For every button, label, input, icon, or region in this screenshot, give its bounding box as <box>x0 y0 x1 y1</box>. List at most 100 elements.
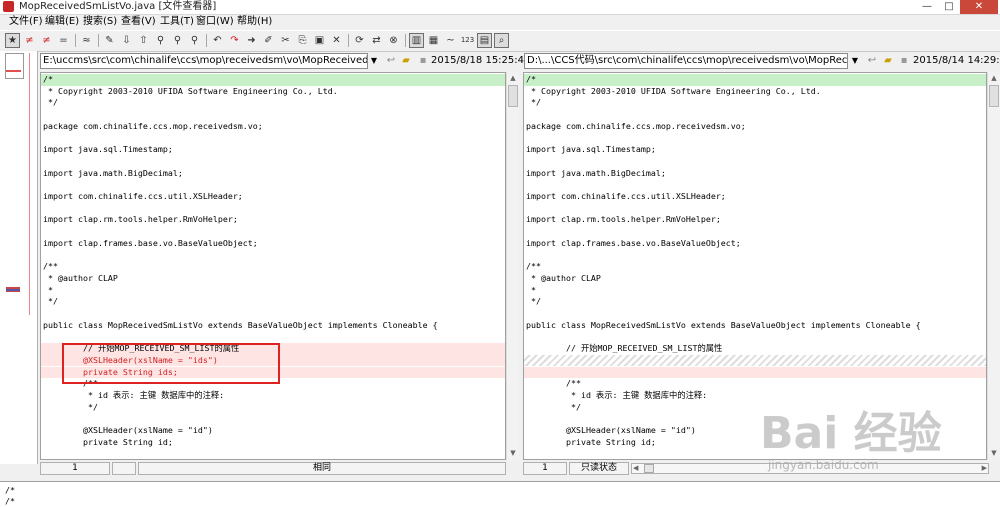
menu-search[interactable]: 搜索(S) <box>83 15 117 29</box>
right-path-field[interactable]: D:\...\CCS代码\src\com\chinalife\ccs\mop\r… <box>524 53 848 69</box>
paste-icon[interactable]: ▣ <box>312 33 327 48</box>
code-line: import com.chinalife.ccs.util.XSLHeader; <box>526 191 726 201</box>
redo-icon[interactable]: ↷ <box>227 33 242 48</box>
left-vertical-scrollbar[interactable]: ▲ ▼ <box>506 72 519 460</box>
minimize-button[interactable]: — <box>916 0 938 14</box>
code-line <box>524 354 986 367</box>
left-code-pane[interactable]: /* * Copyright 2003-2010 UFIDA Software … <box>40 72 506 460</box>
code-line: * <box>526 284 536 295</box>
menu-view[interactable]: 查看(V) <box>121 15 156 29</box>
undo-icon[interactable]: ↶ <box>210 33 225 48</box>
code-line: * id 表示: 主键 数据库中的注释: <box>43 389 225 400</box>
left-path-field[interactable]: E:\uccms\src\com\chinalife\ccs\mop\recei… <box>40 53 368 69</box>
bottom-line-2: /* <box>5 496 15 506</box>
highlight-annotation-box <box>62 343 280 384</box>
code-line: package com.chinalife.ccs.mop.receivedsm… <box>526 120 746 131</box>
right-file-date: 2015/8/14 14:29:57 <box>913 55 1000 66</box>
right-path-dropdown[interactable]: ▼ <box>849 53 861 69</box>
layout-icon[interactable]: ▥ <box>409 33 424 48</box>
approx-icon[interactable]: ≈ <box>79 33 94 48</box>
right-scroll-thumb[interactable] <box>989 85 999 107</box>
right-save-icon[interactable]: ▪ <box>897 54 911 68</box>
right-code-pane[interactable]: /* * Copyright 2003-2010 UFIDA Software … <box>523 72 987 460</box>
code-line: import clap.rm.tools.helper.RmVoHelper; <box>526 214 721 225</box>
equal-icon[interactable]: = <box>56 33 71 48</box>
right-history-icon[interactable]: ↩ <box>865 54 879 68</box>
left-status-message: 相同 <box>138 462 506 475</box>
window-icon[interactable]: ▤ <box>477 33 492 48</box>
left-scroll-up-icon[interactable]: ▲ <box>507 72 519 84</box>
right-status-message: 只读状态 <box>569 462 629 475</box>
binoculars-next-icon[interactable]: ⚲ <box>170 33 185 48</box>
menu-file[interactable]: 文件(F) <box>9 15 43 29</box>
maximize-button[interactable]: □ <box>938 0 960 14</box>
zoom-icon[interactable]: ⌕ <box>494 33 509 48</box>
left-status-gap <box>112 462 136 475</box>
left-scroll-down-icon[interactable]: ▼ <box>507 447 519 459</box>
code-line: import java.sql.Timestamp; <box>526 144 656 155</box>
code-line: /** <box>526 378 581 389</box>
close-button[interactable]: ✕ <box>960 0 998 14</box>
right-open-folder-icon[interactable]: ▰ <box>881 54 895 68</box>
code-line: @XSLHeader(xslName = "id") <box>43 425 213 435</box>
code-line: package com.chinalife.ccs.mop.receivedsm… <box>43 120 263 131</box>
left-path-dropdown[interactable]: ▼ <box>368 53 380 69</box>
columns-icon[interactable]: ▦ <box>426 33 441 48</box>
delete-icon[interactable]: ✕ <box>329 33 344 48</box>
menu-window[interactable]: 窗口(W) <box>196 15 234 29</box>
diff-red-icon[interactable]: ≠ <box>22 33 37 48</box>
left-open-folder-icon[interactable]: ▰ <box>399 54 413 68</box>
left-save-icon[interactable]: ▪ <box>416 54 430 68</box>
code-line: /* <box>524 74 986 86</box>
star-filter-icon[interactable]: ★ <box>5 33 20 48</box>
code-line: import clap.frames.base.vo.BaseValueObje… <box>526 237 741 248</box>
code-line: */ <box>526 97 541 108</box>
code-line: */ <box>526 296 541 307</box>
line-numbers-icon[interactable]: 123 <box>460 33 475 48</box>
bottom-compare-pane[interactable]: /* /* <box>0 481 1000 507</box>
down-arrow-icon[interactable]: ⇩ <box>119 33 134 48</box>
toolbar: ★ ≠ ≠ = ≈ ✎ ⇩ ⇧ ⚲ ⚲ ⚲ ↶ ↷ ➜ ✐ ✂ ⎘ ▣ ✕ ⟳ ⇄ ⊗ ▥ ▦ ~123 ▤ ⌕ <box>0 30 1000 52</box>
cut-icon[interactable]: ✂ <box>278 33 293 48</box>
refresh-icon[interactable]: ⟳ <box>352 33 367 48</box>
goto-icon[interactable]: ➜ <box>244 33 259 48</box>
menu-tools[interactable]: 工具(T) <box>160 15 194 29</box>
right-line-number: 1 <box>523 462 567 475</box>
left-line-number: 1 <box>40 462 110 475</box>
watermark-brand: Bai 经验 <box>760 408 942 459</box>
stop-icon[interactable]: ⊗ <box>386 33 401 48</box>
up-arrow-icon[interactable]: ⇧ <box>136 33 151 48</box>
left-status-bar: 1 相同 <box>40 462 518 475</box>
binoculars-icon[interactable]: ⚲ <box>153 33 168 48</box>
diff-overview-strip[interactable] <box>0 51 38 464</box>
toolbar-separator <box>348 34 349 47</box>
copy-icon[interactable]: ⎘ <box>295 33 310 48</box>
menu-edit[interactable]: 编辑(E) <box>45 15 79 29</box>
code-line: */ <box>43 296 58 307</box>
diff-red-box-icon[interactable]: ≠ <box>39 33 54 48</box>
binoculars-prev-icon[interactable]: ⚲ <box>187 33 202 48</box>
toolbar-separator <box>75 34 76 47</box>
tilde-icon[interactable]: ~ <box>443 33 458 48</box>
right-scroll-up-icon[interactable]: ▲ <box>988 72 1000 84</box>
edit-icon[interactable]: ✐ <box>261 33 276 48</box>
swap-icon[interactable]: ⇄ <box>369 33 384 48</box>
right-hscroll-left-icon[interactable]: ◀ <box>633 464 638 473</box>
right-hscroll-thumb[interactable] <box>644 464 654 473</box>
rules-icon[interactable]: ✎ <box>102 33 117 48</box>
code-line: // 开始MOP_RECEIVED_SM_LIST的属性 <box>526 343 723 354</box>
left-history-icon[interactable]: ↩ <box>384 54 398 68</box>
code-line: * @author CLAP <box>526 272 601 283</box>
menu-help[interactable]: 帮助(H) <box>237 15 272 29</box>
watermark-url: jingyan.baidu.com <box>768 458 879 472</box>
code-line: import clap.frames.base.vo.BaseValueObje… <box>43 237 258 248</box>
left-scroll-thumb[interactable] <box>508 85 518 107</box>
app-icon <box>3 1 14 12</box>
toolbar-separator <box>405 34 406 47</box>
right-vertical-scrollbar[interactable]: ▲ ▼ <box>987 72 1000 460</box>
